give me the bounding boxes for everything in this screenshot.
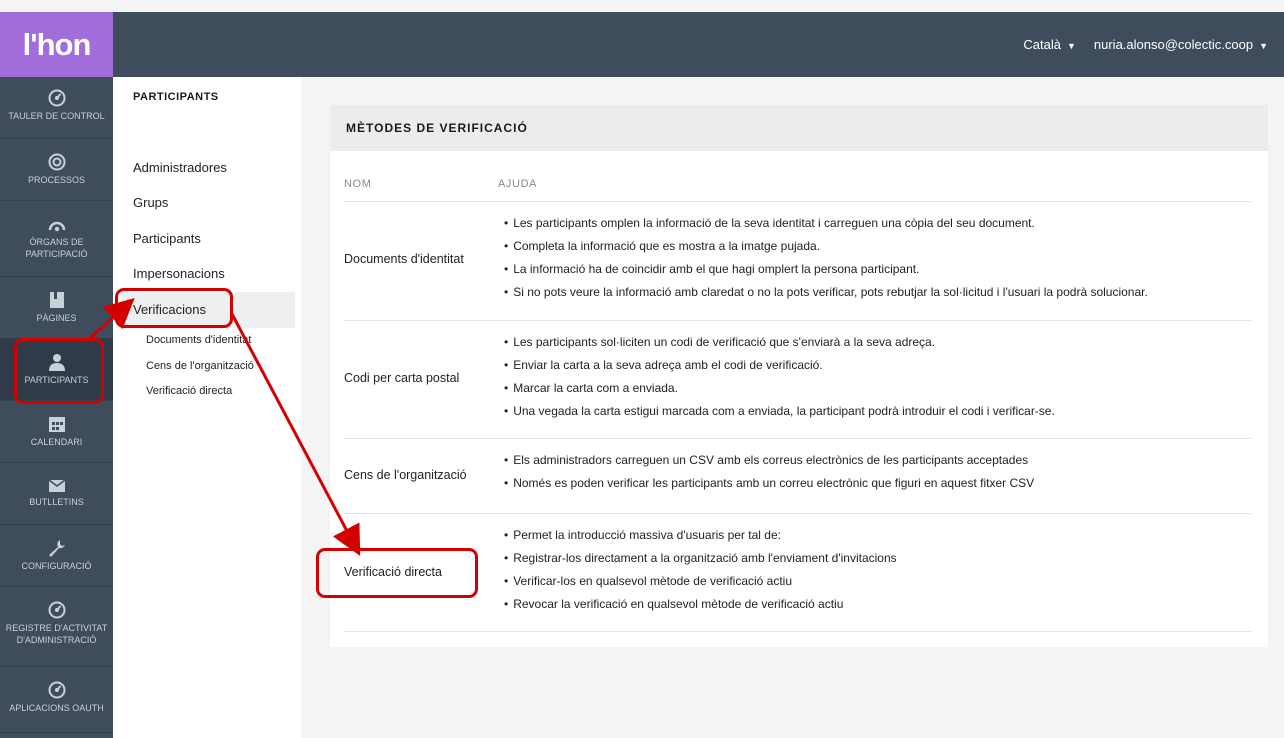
help-item: Els administradors carreguen un CSV amb … — [504, 449, 1034, 472]
sidebar-item-admin-log[interactable]: REGISTRE D'ACTIVITAT D'ADMINISTRACIÓ — [0, 587, 113, 667]
sidebar-label: REGISTRE D'ACTIVITAT D'ADMINISTRACIÓ — [5, 623, 108, 645]
chevron-down-icon: ▼ — [1259, 41, 1268, 51]
table-row: Cens de l'organització Els administrador… — [344, 439, 1252, 514]
highlight-participants — [14, 338, 104, 404]
help-item: Revocar la verificació en qualsevol mèto… — [504, 593, 897, 616]
submenu-child-direct-verification[interactable]: Verificació directa — [146, 385, 296, 397]
sidebar-label: CONFIGURACIÓ — [21, 561, 92, 571]
user-menu[interactable]: nuria.alonso@colectic.coop ▼ — [1094, 37, 1268, 52]
sidebar-label: PÀGINES — [36, 313, 77, 323]
sidebar-item-settings[interactable]: CONFIGURACIÓ — [0, 525, 113, 587]
user-email: nuria.alonso@colectic.coop — [1093, 37, 1254, 52]
logo[interactable]: l'hon — [0, 12, 113, 77]
method-name: Codi per carta postal — [344, 371, 460, 385]
table-row: Documents d'identitat Les participants o… — [344, 202, 1252, 321]
logo-text: l'hon — [22, 26, 92, 62]
submenu-child-org-census[interactable]: Cens de l'organització — [146, 360, 296, 372]
card-title: MÈTODES DE VERIFICACIÓ — [330, 105, 1268, 151]
target-icon — [48, 153, 65, 171]
language-label: Català — [1023, 37, 1061, 52]
method-help-list: Permet la introducció massiva d'usuaris … — [504, 524, 897, 616]
help-item: La informació ha de coincidir amb el que… — [504, 258, 1148, 281]
method-help-list: Les participants sol·liciten un codi de … — [504, 331, 1055, 423]
submenu-title: PARTICIPANTS — [133, 91, 219, 103]
method-help-list: Els administradors carreguen un CSV amb … — [504, 449, 1034, 495]
help-item: Permet la introducció massiva d'usuaris … — [504, 524, 897, 547]
sidebar-item-pages[interactable]: PÀGINES — [0, 277, 113, 339]
submenu-item-administrators[interactable]: Administradores — [133, 160, 227, 175]
sidebar-label: TAULER DE CONTROL — [8, 111, 105, 121]
sidebar-label: ÒRGANS DE PARTICIPACIÓ — [25, 237, 88, 259]
sidebar-item-newsletters[interactable]: BUTLLETINS — [0, 463, 113, 525]
sidebar-item-dashboard[interactable]: TAULER DE CONTROL — [0, 77, 113, 139]
dashboard-icon — [48, 681, 65, 699]
calendar-icon — [48, 417, 65, 432]
main-sidebar: TAULER DE CONTROL PROCESSOS ÒRGANS DE PA… — [0, 77, 113, 738]
sidebar-item-oauth[interactable]: APLICACIONS OAUTH — [0, 667, 113, 733]
table-row: Codi per carta postal Les participants s… — [344, 321, 1252, 439]
highlight-verifications — [115, 288, 233, 328]
method-name: Cens de l'organització — [344, 468, 467, 482]
help-item: Les participants omplen la informació de… — [504, 212, 1148, 235]
wrench-icon — [48, 540, 65, 557]
participants-submenu: PARTICIPANTS Administradores Grups Parti… — [113, 77, 301, 738]
submenu-child-id-documents[interactable]: Documents d'identitat — [146, 334, 296, 346]
help-item: Si no pots veure la informació amb clare… — [504, 281, 1148, 304]
dashboard-icon — [48, 601, 65, 619]
column-header-help: AJUDA — [498, 178, 538, 190]
submenu-item-participants[interactable]: Participants — [133, 231, 201, 246]
help-item: Registrar-los directament a la organitza… — [504, 547, 896, 570]
dashboard-icon — [48, 89, 65, 107]
top-right-menu: Català ▼ nuria.alonso@colectic.coop ▼ — [1023, 12, 1268, 77]
submenu-item-groups[interactable]: Grups — [133, 195, 168, 210]
help-item: Enviar la carta a la seva adreça amb el … — [504, 354, 1055, 377]
help-item: Les participants sol·liciten un codi de … — [504, 331, 1055, 354]
help-item: Completa la informació que es mostra a l… — [504, 235, 1148, 258]
table-row: Verificació directa Permet la introducci… — [344, 514, 1252, 632]
table-header: NOM AJUDA — [344, 167, 1252, 202]
chevron-down-icon: ▼ — [1066, 41, 1076, 51]
method-help-list: Les participants omplen la informació de… — [504, 212, 1148, 304]
sidebar-label: APLICACIONS OAUTH — [9, 703, 104, 713]
submenu-item-impersonations[interactable]: Impersonacions — [133, 266, 225, 281]
envelope-icon — [48, 479, 65, 492]
sidebar-label: CALENDARI — [30, 437, 83, 447]
help-item: Marcar la carta com a enviada. — [504, 377, 1055, 400]
sidebar-item-processes[interactable]: PROCESSOS — [0, 139, 113, 201]
verification-methods-table: NOM AJUDA Documents d'identitat Les part… — [344, 167, 1252, 632]
help-item: Verificar-los en qualsevol mètode de ver… — [504, 570, 897, 593]
highlight-direct-verification — [316, 548, 478, 598]
sidebar-item-calendar[interactable]: CALENDARI — [0, 401, 113, 463]
sidebar-label: BUTLLETINS — [29, 497, 84, 507]
assembly-icon — [48, 221, 65, 232]
language-selector[interactable]: Català ▼ — [1023, 37, 1076, 52]
top-bar: l'hon Català ▼ nuria.alonso@colectic.coop… — [0, 12, 1284, 77]
sidebar-label: PROCESSOS — [27, 175, 85, 185]
help-item: Una vegada la carta estigui marcada com … — [504, 400, 1055, 423]
column-header-name: NOM — [344, 178, 372, 190]
help-item: Només es poden verificar les participant… — [504, 472, 1034, 495]
book-icon — [49, 292, 64, 308]
sidebar-item-assemblies[interactable]: ÒRGANS DE PARTICIPACIÓ — [0, 201, 113, 277]
method-name: Documents d'identitat — [344, 252, 464, 266]
